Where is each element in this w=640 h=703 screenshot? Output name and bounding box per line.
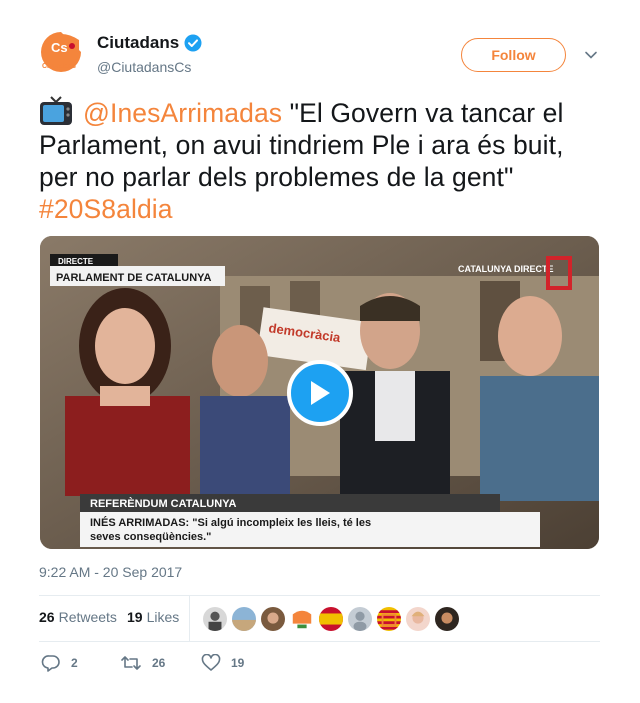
liker-avatar[interactable] <box>260 606 286 632</box>
retweets-label: Retweets <box>58 609 117 625</box>
author-name-text[interactable]: Ciutadans <box>97 33 179 53</box>
reply-button[interactable]: 2 <box>41 654 78 672</box>
channel-label: CATALUNYA DIRECTE <box>458 264 554 274</box>
liker-avatar[interactable] <box>347 606 373 632</box>
retweet-count: 26 <box>152 656 166 670</box>
likers-avatars <box>202 606 460 632</box>
play-button[interactable] <box>287 360 353 426</box>
reply-icon <box>41 655 60 672</box>
like-count: 19 <box>231 656 245 670</box>
hashtag-link[interactable]: #20S8aldia <box>39 194 173 224</box>
quote-line-2: seves conseqüències." <box>90 531 211 543</box>
divider <box>189 595 190 641</box>
liker-avatar[interactable] <box>231 606 257 632</box>
tv-icon <box>40 96 72 125</box>
likes-label: Likes <box>146 609 180 625</box>
liker-avatar[interactable] <box>202 606 228 632</box>
chevron-down-icon[interactable] <box>584 48 598 62</box>
like-button[interactable]: 19 <box>201 654 244 672</box>
author-name[interactable]: Ciutadans <box>97 33 202 53</box>
play-icon <box>311 381 330 405</box>
retweets-count: 26 <box>39 609 55 625</box>
svg-text:Cs: Cs <box>51 40 68 55</box>
divider <box>39 641 600 642</box>
tweet-timestamp[interactable]: 9:22 AM - 20 Sep 2017 <box>39 564 182 580</box>
lower-third-title: REFERÈNDUM CATALUNYA <box>90 497 237 510</box>
heart-icon <box>201 654 221 671</box>
retweet-button[interactable]: 26 <box>120 654 165 672</box>
author-handle[interactable]: @CiutadansCs <box>97 59 191 75</box>
quote-line-1: INÉS ARRIMADAS: "Si algú incompleix les … <box>90 516 371 529</box>
mention-link[interactable]: @InesArrimadas <box>83 98 282 128</box>
liker-avatar[interactable] <box>376 606 402 632</box>
liker-avatar[interactable] <box>289 606 315 632</box>
avatar[interactable]: Cs Ciutadans <box>39 30 83 74</box>
tweet-text: @InesArrimadas "El Govern va tancar el P… <box>39 96 604 225</box>
live-label: DIRECTE <box>58 257 94 266</box>
retweet-icon <box>121 656 141 670</box>
liker-avatar[interactable] <box>405 606 431 632</box>
liker-avatar[interactable] <box>318 606 344 632</box>
verified-badge-icon <box>184 34 202 52</box>
divider <box>39 595 600 596</box>
avatar-wordmark: Ciutadans <box>42 63 76 70</box>
likes-count: 19 <box>127 609 143 625</box>
liker-avatar[interactable] <box>434 606 460 632</box>
location-label: PARLAMENT DE CATALUNYA <box>56 272 211 284</box>
likes-stat[interactable]: 19 Likes <box>127 609 179 625</box>
retweets-stat[interactable]: 26 Retweets <box>39 609 117 625</box>
follow-button[interactable]: Follow <box>461 38 566 72</box>
reply-count: 2 <box>71 656 78 670</box>
